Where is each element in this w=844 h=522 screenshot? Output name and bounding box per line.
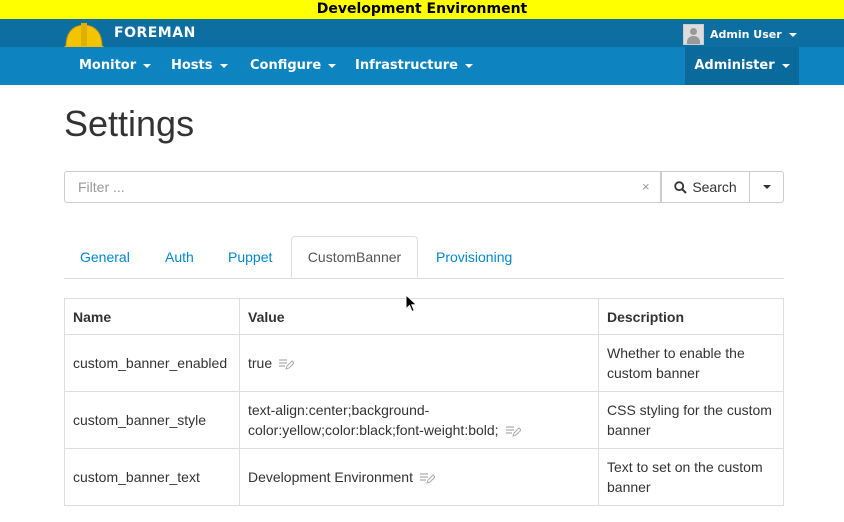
tab-custombanner[interactable]: CustomBanner [291, 236, 418, 278]
edit-icon[interactable] [419, 472, 435, 485]
nav-infrastructure[interactable]: Infrastructure [355, 47, 473, 85]
setting-value-cell[interactable]: true [239, 334, 599, 392]
tab-puppet[interactable]: Puppet [228, 236, 272, 278]
chevron-down-icon [781, 63, 790, 68]
table-header-row: Name Value Description [64, 298, 784, 335]
table-row: custom_banner_style text-align:center;ba… [64, 391, 784, 449]
setting-value: true [248, 355, 273, 371]
tab-auth[interactable]: Auth [165, 236, 194, 278]
edit-icon[interactable] [505, 425, 521, 438]
chevron-down-icon [328, 63, 337, 68]
setting-value-cell[interactable]: Development Environment [239, 448, 599, 506]
setting-value-cell[interactable]: text-align:center;background-color:yello… [239, 391, 599, 449]
search-button-label: Search [692, 179, 737, 195]
nav-configure[interactable]: Configure [250, 47, 337, 85]
chevron-down-icon [143, 63, 152, 68]
user-name: Admin User [710, 28, 782, 41]
setting-description: Text to set on the custom banner [598, 448, 784, 506]
clear-icon[interactable]: × [642, 179, 650, 194]
column-header-value: Value [239, 298, 599, 335]
nav-configure-label: Configure [250, 58, 322, 73]
chevron-down-icon [762, 185, 771, 189]
setting-name: custom_banner_enabled [64, 334, 240, 392]
setting-name: custom_banner_text [64, 448, 240, 506]
setting-name: custom_banner_style [64, 391, 240, 449]
setting-description: Whether to enable the custom banner [598, 334, 784, 392]
edit-icon[interactable] [278, 358, 295, 371]
settings-tabs: General Auth Puppet CustomBanner Provisi… [64, 236, 784, 279]
mouse-cursor-icon [405, 294, 418, 313]
search-icon [674, 180, 688, 194]
nav-hosts[interactable]: Hosts [171, 47, 228, 85]
chevron-down-icon [464, 63, 473, 68]
nav-administer[interactable]: Administer [685, 47, 799, 85]
page-title: Settings [64, 103, 195, 144]
main-navbar: Monitor Hosts Configure Infrastructure A… [0, 47, 844, 85]
search-bookmarks-dropdown[interactable] [750, 171, 784, 203]
avatar [683, 24, 704, 45]
chevron-down-icon [788, 32, 797, 37]
user-menu[interactable]: Admin User [683, 24, 797, 45]
nav-monitor-label: Monitor [79, 58, 137, 73]
table-row: custom_banner_text Development Environme… [64, 448, 784, 506]
column-header-description: Description [598, 298, 784, 335]
nav-infrastructure-label: Infrastructure [355, 58, 458, 73]
top-bar: FOREMAN Admin User [0, 19, 844, 51]
tab-general[interactable]: General [80, 236, 130, 278]
setting-description: CSS styling for the custom banner [598, 391, 784, 449]
brand-name[interactable]: FOREMAN [114, 25, 196, 41]
table-row: custom_banner_enabled true Whether to en… [64, 334, 784, 392]
chevron-down-icon [219, 63, 228, 68]
filter-input[interactable] [64, 171, 661, 203]
column-header-name: Name [64, 298, 240, 335]
setting-value: text-align:center;background-color:yello… [248, 402, 499, 438]
nav-hosts-label: Hosts [171, 58, 213, 73]
search-button[interactable]: Search [661, 171, 750, 203]
tab-provisioning[interactable]: Provisioning [436, 236, 512, 278]
nav-monitor[interactable]: Monitor [79, 47, 152, 85]
nav-administer-label: Administer [694, 58, 775, 73]
settings-table: Name Value Description custom_banner_ena… [64, 298, 784, 506]
setting-value: Development Environment [248, 469, 413, 485]
search-bar: × Search [64, 171, 784, 203]
custom-banner: Development Environment [0, 0, 844, 19]
